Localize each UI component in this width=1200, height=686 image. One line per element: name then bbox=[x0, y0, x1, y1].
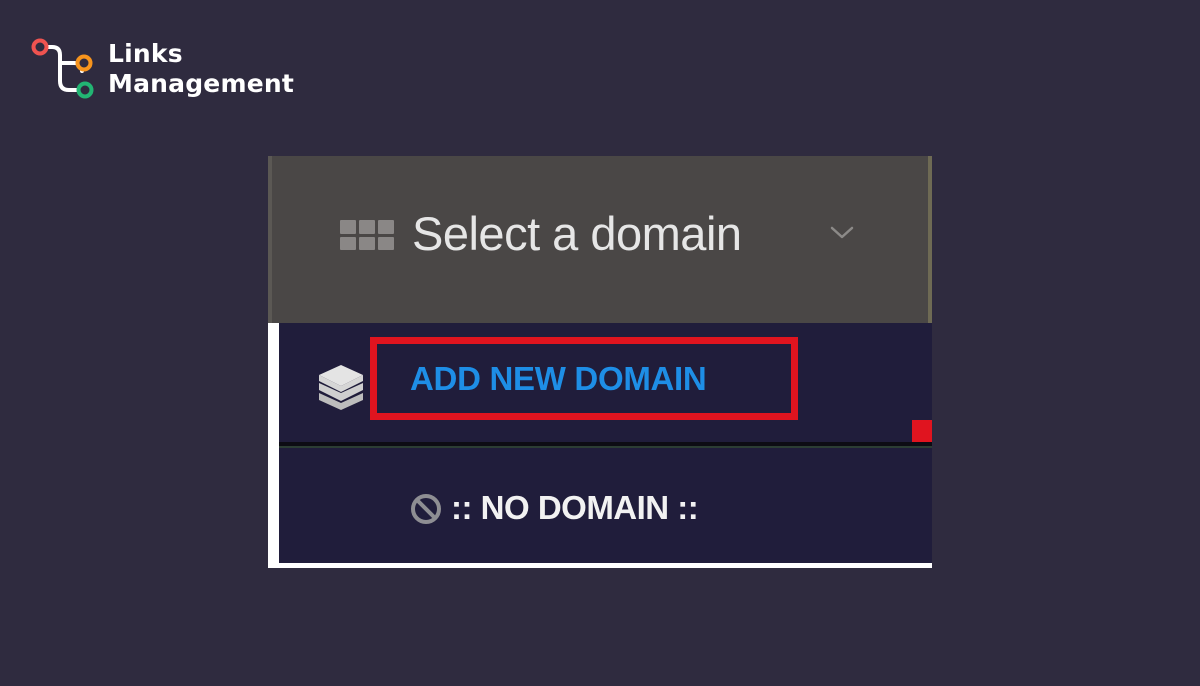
domain-select-crop: Select a domain ADD NEW DOMAIN:: NO DOM… bbox=[268, 156, 932, 568]
no-domain-label: :: NO DOMAIN :: bbox=[451, 489, 699, 526]
links-path-icon bbox=[31, 38, 94, 99]
domain-select-label: Select a domain bbox=[412, 207, 742, 260]
add-new-domain-item[interactable]: ADD NEW DOMAIN bbox=[279, 323, 932, 443]
layers-icon bbox=[319, 365, 363, 410]
red-marker bbox=[912, 420, 932, 442]
links-management-logo: Links Management bbox=[30, 35, 350, 105]
domain-select[interactable]: Select a domain bbox=[268, 156, 932, 323]
dropdown-list: ADD NEW DOMAIN :: NO DOMAIN :: bbox=[279, 323, 932, 563]
chevron-down-icon[interactable] bbox=[828, 222, 856, 242]
logo-line-1: Links bbox=[108, 39, 183, 68]
grid-icon bbox=[340, 220, 394, 250]
domain-dropdown-menu: ADD NEW DOMAIN :: NO DOMAIN :: bbox=[268, 323, 932, 565]
logo-line-2: Management bbox=[108, 69, 295, 98]
add-new-domain-link[interactable]: ADD NEW DOMAIN bbox=[410, 357, 707, 401]
no-domain-item[interactable]: :: NO DOMAIN :: bbox=[279, 448, 932, 563]
logo-text: Links Management bbox=[108, 39, 294, 99]
ban-icon bbox=[411, 494, 441, 524]
